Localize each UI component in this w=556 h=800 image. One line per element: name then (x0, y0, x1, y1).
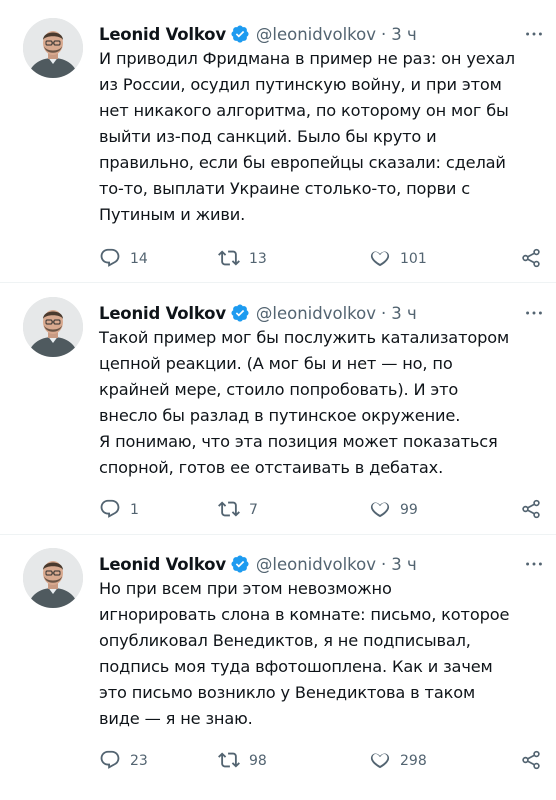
retweet-count: 98 (249, 753, 267, 769)
reply-icon (100, 248, 120, 267)
verified-badge-icon (231, 304, 249, 322)
tweet-actions: 23 98 298 (99, 746, 542, 774)
reply-count: 23 (130, 753, 148, 769)
heart-icon (370, 502, 390, 518)
retweet-icon (218, 501, 240, 517)
like-count: 298 (400, 753, 427, 769)
author-handle[interactable]: @leonidvolkov (256, 304, 376, 323)
retweet-count: 13 (249, 251, 267, 267)
divider (0, 534, 556, 535)
like-count: 101 (400, 251, 427, 267)
tweet-actions: 1 7 99 (99, 495, 542, 523)
retweet-icon (218, 250, 240, 266)
tweet-text: И приводил Фридмана в пример не раз: он … (99, 49, 515, 224)
tweet-actions: 14 13 101 (99, 244, 542, 272)
dot-separator: · (381, 554, 387, 574)
like-button[interactable]: 298 (369, 746, 427, 774)
reply-icon (100, 499, 120, 518)
heart-icon (370, 753, 390, 769)
tweet-header: Leonid Volkov @leonidvolkov · 3 ч (99, 22, 544, 46)
like-button[interactable]: 99 (369, 495, 418, 523)
retweet-icon (218, 752, 240, 768)
share-icon (522, 499, 540, 519)
reply-button[interactable]: 1 (99, 495, 139, 523)
author-name[interactable]: Leonid Volkov (99, 555, 226, 574)
share-button[interactable] (520, 244, 542, 272)
retweet-count: 7 (249, 502, 258, 518)
tweet-header: Leonid Volkov @leonidvolkov · 3 ч (99, 301, 544, 325)
verified-badge-icon (231, 555, 249, 573)
reply-icon (100, 750, 120, 769)
dot-separator: · (381, 303, 387, 323)
tweet-timestamp[interactable]: 3 ч (391, 555, 417, 574)
more-horizontal-icon[interactable] (520, 552, 548, 576)
more-horizontal-icon[interactable] (520, 22, 548, 46)
author-handle[interactable]: @leonidvolkov (256, 555, 376, 574)
reply-button[interactable]: 14 (99, 244, 148, 272)
verified-badge-icon (231, 25, 249, 43)
author-name[interactable]: Leonid Volkov (99, 304, 226, 323)
reply-count: 1 (130, 502, 139, 518)
retweet-button[interactable]: 98 (218, 746, 267, 774)
avatar[interactable] (23, 18, 83, 78)
retweet-button[interactable]: 13 (218, 244, 267, 272)
tweet[interactable]: Leonid Volkov @leonidvolkov · 3 ч Такой … (0, 297, 556, 529)
tweet-text: Такой пример мог бы послужить катализато… (99, 328, 510, 477)
tweet[interactable]: Leonid Volkov @leonidvolkov · 3 ч И прив… (0, 18, 556, 280)
tweet-timestamp[interactable]: 3 ч (391, 304, 417, 323)
share-button[interactable] (520, 495, 542, 523)
tweet[interactable]: Leonid Volkov @leonidvolkov · 3 ч Но при… (0, 548, 556, 784)
like-button[interactable]: 101 (369, 244, 427, 272)
like-count: 99 (400, 502, 418, 518)
share-button[interactable] (520, 746, 542, 774)
retweet-button[interactable]: 7 (218, 495, 258, 523)
tweet-header: Leonid Volkov @leonidvolkov · 3 ч (99, 552, 544, 576)
reply-button[interactable]: 23 (99, 746, 148, 774)
author-handle[interactable]: @leonidvolkov (256, 25, 376, 44)
more-horizontal-icon[interactable] (520, 301, 548, 325)
avatar[interactable] (23, 297, 83, 357)
reply-count: 14 (130, 251, 148, 267)
divider (0, 282, 556, 283)
author-name[interactable]: Leonid Volkov (99, 25, 226, 44)
tweet-text: Но при всем при этом невозможно игнориро… (99, 579, 510, 728)
share-icon (522, 248, 540, 268)
avatar[interactable] (23, 548, 83, 608)
share-icon (522, 750, 540, 770)
tweet-timestamp[interactable]: 3 ч (391, 25, 417, 44)
dot-separator: · (381, 24, 387, 44)
heart-icon (370, 251, 390, 267)
